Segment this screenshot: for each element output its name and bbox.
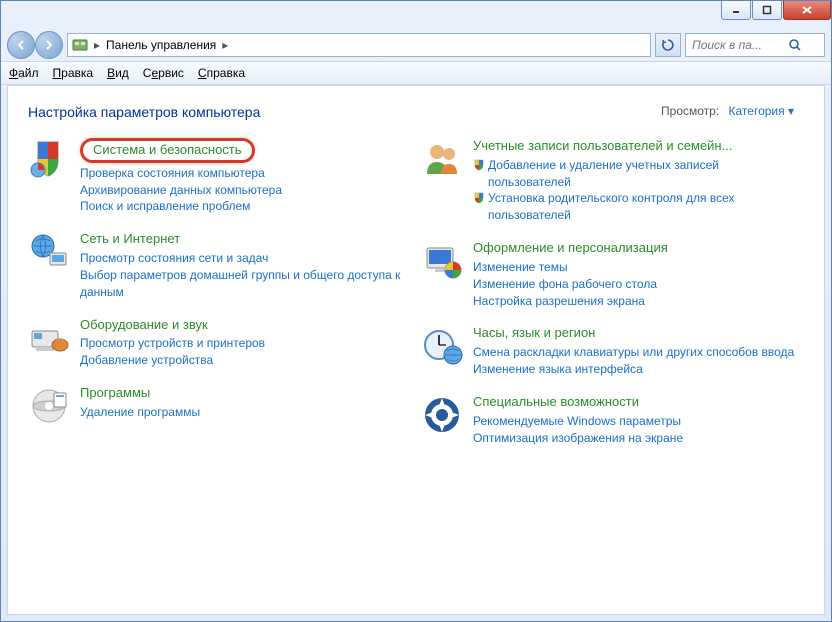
- category-block: Учетные записи пользователей и семейн...…: [421, 138, 804, 224]
- category-icon: [421, 394, 463, 436]
- category-link[interactable]: Изменение темы: [473, 259, 804, 276]
- forward-button[interactable]: [35, 31, 63, 59]
- category-link[interactable]: Проверка состояния компьютера: [80, 165, 411, 182]
- view-dropdown[interactable]: Категория ▾: [729, 104, 794, 118]
- breadcrumb-text[interactable]: Панель управления: [106, 38, 216, 52]
- uac-shield-icon: [473, 159, 485, 171]
- category-icon: [421, 325, 463, 367]
- category-block: Система и безопасность Проверка состояния…: [28, 138, 411, 215]
- category-link[interactable]: Архивирование данных компьютера: [80, 182, 411, 199]
- left-column: Система и безопасность Проверка состояния…: [28, 138, 411, 462]
- menu-file[interactable]: Файл: [9, 66, 39, 80]
- category-link[interactable]: Изменение фона рабочего стола: [473, 276, 804, 293]
- category-title[interactable]: Программы: [80, 385, 411, 402]
- breadcrumb-sep: ▸: [92, 38, 102, 52]
- right-column: Учетные записи пользователей и семейн...…: [421, 138, 804, 462]
- back-button[interactable]: [7, 31, 35, 59]
- category-link[interactable]: Добавление устройства: [80, 352, 411, 369]
- category-title[interactable]: Оформление и персонализация: [473, 240, 804, 257]
- control-panel-icon: [72, 37, 88, 53]
- category-title[interactable]: Часы, язык и регион: [473, 325, 804, 342]
- category-title[interactable]: Учетные записи пользователей и семейн...: [473, 138, 804, 155]
- uac-shield-icon: [473, 192, 485, 204]
- category-title[interactable]: Система и безопасность: [80, 138, 255, 163]
- category-icon: [421, 138, 463, 180]
- category-icon: [421, 240, 463, 282]
- category-link[interactable]: Поиск и исправление проблем: [80, 198, 411, 215]
- category-block: Оформление и персонализация Изменение тем…: [421, 240, 804, 309]
- category-title[interactable]: Специальные возможности: [473, 394, 804, 411]
- category-icon: [28, 231, 70, 273]
- category-title[interactable]: Сеть и Интернет: [80, 231, 411, 248]
- minimize-button[interactable]: [721, 1, 751, 20]
- category-block: Часы, язык и регион Смена раскладки клави…: [421, 325, 804, 377]
- search-input[interactable]: [690, 37, 784, 53]
- refresh-button[interactable]: [655, 33, 681, 57]
- view-selector: Просмотр: Категория ▾: [661, 104, 794, 118]
- menu-tools[interactable]: Сервис: [143, 66, 184, 80]
- category-link[interactable]: Выбор параметров домашней группы и общег…: [80, 267, 411, 301]
- category-link[interactable]: Оптимизация изображения на экране: [473, 430, 804, 447]
- category-icon: [28, 385, 70, 427]
- category-link[interactable]: Смена раскладки клавиатуры или других сп…: [473, 344, 804, 361]
- category-link[interactable]: Установка родительского контроля для все…: [473, 190, 804, 224]
- navigation-row: ▸ Панель управления ▸: [1, 29, 831, 61]
- category-link[interactable]: Настройка разрешения экрана: [473, 293, 804, 310]
- category-block: Сеть и Интернет Просмотр состояния сети и…: [28, 231, 411, 300]
- category-block: Оборудование и звукПросмотр устройств и …: [28, 317, 411, 369]
- category-icon: [28, 317, 70, 359]
- titlebar: [1, 1, 831, 29]
- menubar: Файл Правка Вид Сервис Справка: [1, 61, 831, 85]
- view-label: Просмотр:: [661, 104, 719, 118]
- search-icon: [788, 38, 802, 52]
- menu-help[interactable]: Справка: [198, 66, 245, 80]
- menu-edit[interactable]: Правка: [53, 66, 94, 80]
- category-block: Программы Удаление программы: [28, 385, 411, 427]
- search-box[interactable]: [685, 33, 825, 57]
- category-title[interactable]: Оборудование и звук: [80, 317, 411, 334]
- category-link[interactable]: Просмотр устройств и принтеров: [80, 335, 411, 352]
- control-panel-window: ▸ Панель управления ▸ Файл Правка Вид Се…: [0, 0, 832, 622]
- category-link[interactable]: Просмотр состояния сети и задач: [80, 250, 411, 267]
- maximize-button[interactable]: [752, 1, 782, 20]
- close-button[interactable]: [783, 1, 831, 20]
- category-block: Специальные возможности Рекомендуемые Win…: [421, 394, 804, 446]
- category-link[interactable]: Рекомендуемые Windows параметры: [473, 413, 804, 430]
- category-link[interactable]: Удаление программы: [80, 404, 411, 421]
- category-icon: [28, 138, 70, 180]
- category-link[interactable]: Добавление и удаление учетных записей по…: [473, 157, 804, 191]
- breadcrumb-sep: ▸: [220, 38, 230, 52]
- content-area: Настройка параметров компьютера Просмотр…: [7, 85, 825, 615]
- menu-view[interactable]: Вид: [107, 66, 129, 80]
- address-bar[interactable]: ▸ Панель управления ▸: [67, 33, 651, 57]
- category-link[interactable]: Изменение языка интерфейса: [473, 361, 804, 378]
